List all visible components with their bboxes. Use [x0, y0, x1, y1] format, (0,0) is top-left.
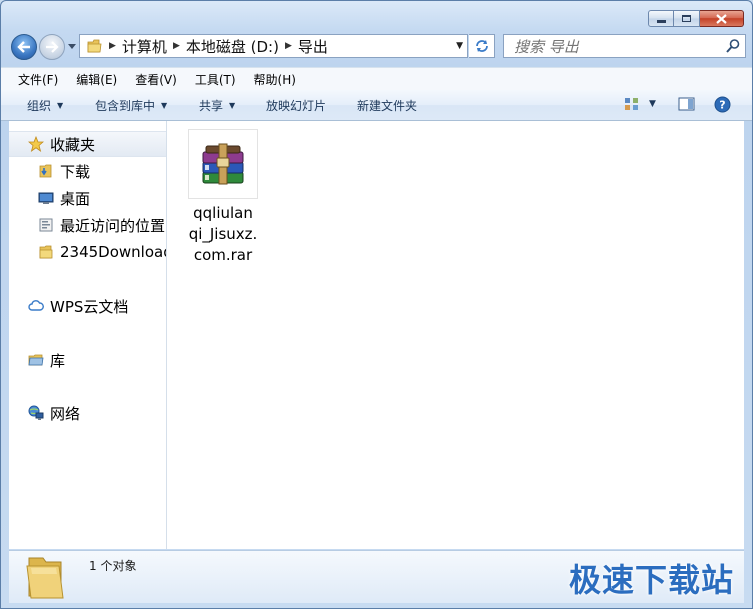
address-history-dropdown-icon[interactable]: ▼: [456, 41, 463, 51]
nav-wps-cloud[interactable]: WPS云文档: [28, 295, 128, 317]
recent-pages-dropdown-icon[interactable]: [67, 41, 77, 51]
minimize-icon: [656, 20, 666, 23]
nav-libraries[interactable]: 库: [28, 349, 65, 371]
nav-item-downloads[interactable]: 下载: [38, 160, 90, 182]
close-icon: [716, 13, 727, 24]
breadcrumb-export[interactable]: 导出: [298, 36, 328, 57]
include-in-library-label: 包含到库中: [95, 99, 156, 113]
library-icon: [28, 354, 44, 366]
minimize-button[interactable]: [648, 10, 674, 27]
winrar-archive-icon: [202, 143, 244, 185]
slideshow-button[interactable]: 放映幻灯片: [266, 97, 326, 114]
file-list-pane: qqliulan qi_Jisuxz. com.rar: [167, 121, 744, 549]
chevron-down-icon: ▼: [161, 101, 168, 110]
menu-bar: 文件(F) 编辑(E) 查看(V) 工具(T) 帮助(H): [1, 67, 752, 90]
back-arrow-icon: [17, 41, 30, 53]
search-input[interactable]: [512, 36, 716, 58]
breadcrumb-separator-icon[interactable]: ▶: [109, 41, 116, 51]
navigation-bar: ▶ 计算机 ▶ 本地磁盘 (D:) ▶ 导出 ▼: [9, 33, 746, 61]
item-count: 1 个对象: [89, 559, 137, 573]
details-pane: 1 个对象 极速下载站: [9, 550, 744, 603]
cloud-icon: [28, 300, 44, 311]
back-button[interactable]: [11, 34, 37, 60]
menu-help[interactable]: 帮助(H): [242, 71, 302, 88]
nav-wps-label: WPS云文档: [50, 297, 129, 316]
navigation-pane: 收藏夹 下载 桌面 最近访问的位置 2345Downloa WPS云文档 库 网…: [9, 121, 167, 549]
network-icon: [28, 405, 44, 420]
nav-favorites-label: 收藏夹: [50, 135, 96, 154]
nav-network-label: 网络: [50, 404, 81, 423]
organize-button[interactable]: 组织 ▼: [27, 97, 63, 114]
breadcrumb-separator-icon[interactable]: ▶: [173, 41, 180, 51]
menu-view[interactable]: 查看(V): [123, 71, 183, 88]
chevron-down-icon: ▼: [57, 101, 64, 110]
nav-favorites[interactable]: 收藏夹: [28, 133, 95, 155]
breadcrumb-computer[interactable]: 计算机: [122, 36, 167, 57]
share-button[interactable]: 共享 ▼: [199, 97, 235, 114]
nav-libraries-label: 库: [50, 351, 66, 370]
command-bar: 组织 ▼ 包含到库中 ▼ 共享 ▼ 放映幻灯片 新建文件夹 ▼ ?: [1, 90, 752, 121]
share-label: 共享: [199, 99, 224, 113]
menu-edit[interactable]: 编辑(E): [64, 71, 123, 88]
nav-item-desktop[interactable]: 桌面: [38, 187, 90, 209]
preview-pane-icon[interactable]: [678, 96, 696, 112]
nav-item-label: 下载: [60, 162, 91, 181]
nav-item-label: 最近访问的位置: [60, 216, 166, 235]
window-controls: [648, 10, 744, 27]
recent-places-icon: [39, 218, 53, 232]
file-name-line: qi_Jisuxz.: [188, 225, 258, 243]
watermark-text: 极速下载站: [568, 561, 734, 599]
explorer-window: ▶ 计算机 ▶ 本地磁盘 (D:) ▶ 导出 ▼ 文件(F) 编: [0, 0, 753, 609]
downloads-folder-icon: [39, 164, 52, 178]
breadcrumb-local-disk[interactable]: 本地磁盘 (D:): [186, 36, 279, 57]
search-icon[interactable]: [725, 38, 741, 54]
svg-text:?: ?: [719, 99, 725, 112]
search-box[interactable]: [503, 34, 746, 58]
organize-label: 组织: [27, 99, 52, 113]
new-folder-button[interactable]: 新建文件夹: [357, 97, 417, 114]
address-bar[interactable]: ▶ 计算机 ▶ 本地磁盘 (D:) ▶ 导出 ▼: [79, 34, 468, 58]
maximize-button[interactable]: [674, 10, 700, 27]
nav-item-label: 2345Downloads: [60, 243, 166, 261]
view-options-icon[interactable]: [624, 96, 640, 112]
slideshow-label: 放映幻灯片: [266, 99, 327, 113]
file-name-line: com.rar: [193, 246, 253, 264]
include-in-library-button[interactable]: 包含到库中 ▼: [95, 97, 167, 114]
help-icon[interactable]: ?: [714, 96, 731, 113]
nav-item-label: 桌面: [60, 189, 91, 208]
nav-item-2345downloads[interactable]: 2345Downloads: [38, 241, 166, 263]
refresh-icon: [475, 40, 488, 52]
folder-icon: [39, 245, 53, 259]
star-icon: [28, 136, 44, 152]
nav-network[interactable]: 网络: [28, 402, 80, 424]
file-thumbnail: [188, 129, 258, 199]
breadcrumb-separator-icon[interactable]: ▶: [285, 41, 292, 51]
nav-item-recent-places[interactable]: 最近访问的位置: [38, 214, 165, 236]
forward-button[interactable]: [39, 34, 65, 60]
menu-file[interactable]: 文件(F): [1, 71, 64, 88]
file-name: qqliulan qi_Jisuxz. com.rar: [187, 203, 259, 266]
folder-icon: [87, 39, 102, 52]
file-item[interactable]: qqliulan qi_Jisuxz. com.rar: [187, 129, 259, 266]
folder-icon: [26, 557, 64, 599]
file-name-line: qqliulan: [193, 204, 253, 222]
maximize-icon: [682, 15, 691, 22]
chevron-down-icon: ▼: [229, 101, 236, 110]
refresh-button[interactable]: [469, 34, 495, 58]
forward-arrow-icon: [46, 41, 59, 53]
menu-tools[interactable]: 工具(T): [183, 71, 242, 88]
desktop-icon: [38, 192, 54, 204]
close-button[interactable]: [700, 10, 744, 27]
new-folder-label: 新建文件夹: [357, 99, 418, 113]
view-options-dropdown-icon[interactable]: ▼: [649, 99, 656, 109]
